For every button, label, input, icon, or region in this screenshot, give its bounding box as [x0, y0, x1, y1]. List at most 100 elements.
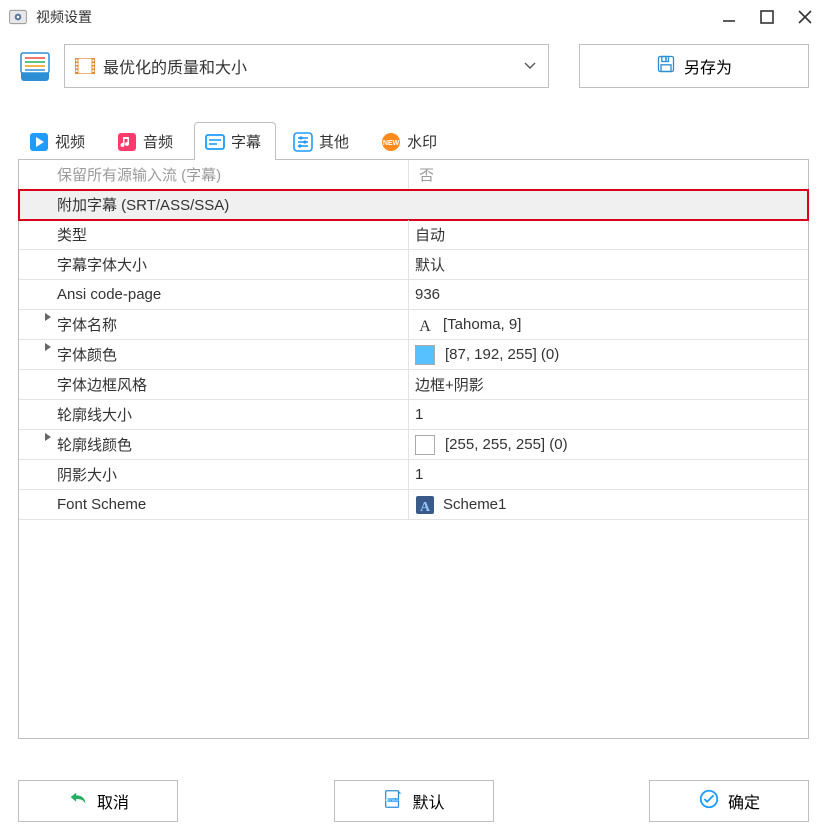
cancel-label: 取消: [97, 789, 129, 813]
svg-text:DEFAULT: DEFAULT: [386, 798, 402, 802]
row-value-text: [Tahoma, 9]: [443, 316, 521, 333]
row-label: 附加字幕 (SRT/ASS/SSA): [19, 190, 409, 219]
table-row[interactable]: 轮廓线颜色 [255, 255, 255] (0): [19, 430, 808, 460]
new-badge-icon: NEW: [381, 132, 401, 152]
svg-text:A: A: [420, 500, 431, 515]
color-swatch: [415, 435, 435, 455]
expand-icon[interactable]: [41, 340, 55, 354]
minimize-button[interactable]: [715, 5, 743, 29]
profile-label: 最优化的质量和大小: [103, 54, 522, 78]
row-value-text: 边框+阴影: [415, 374, 484, 395]
archive-icon: [18, 49, 52, 83]
table-row[interactable]: 字幕字体大小默认: [19, 250, 808, 280]
font-a-icon: A: [415, 315, 435, 335]
row-value[interactable]: 默认: [409, 250, 808, 279]
close-button[interactable]: [791, 5, 819, 29]
play-icon: [29, 132, 49, 152]
tab-video[interactable]: 视频: [18, 122, 100, 160]
table-header: 保留所有源输入流 (字幕) 否: [19, 160, 808, 190]
row-label: Font Scheme: [19, 490, 409, 519]
row-value[interactable]: 边框+阴影: [409, 370, 808, 399]
table-row[interactable]: Font Scheme A Scheme1: [19, 490, 808, 520]
sliders-icon: [293, 132, 313, 152]
row-value-text: 1: [415, 406, 423, 423]
ok-button[interactable]: 确定: [649, 780, 809, 822]
film-icon: [75, 58, 95, 74]
tab-audio[interactable]: 音频: [106, 122, 188, 160]
row-value-text: 自动: [415, 224, 445, 245]
tab-other-label: 其他: [319, 131, 349, 152]
expand-icon[interactable]: [41, 310, 55, 324]
scheme-a-icon: A: [415, 495, 435, 515]
cancel-button[interactable]: 取消: [18, 780, 178, 822]
row-label: 轮廓线颜色: [19, 430, 409, 459]
table-row[interactable]: 字体名称 A [Tahoma, 9]: [19, 310, 808, 340]
expand-icon[interactable]: [41, 430, 55, 444]
row-value[interactable]: 自动: [409, 220, 808, 249]
window-controls: [715, 5, 819, 29]
bottombar: 取消 DEFAULT 默认 确定: [0, 772, 827, 834]
save-as-label: 另存为: [684, 54, 732, 78]
row-value[interactable]: 936: [409, 280, 808, 309]
color-swatch: [415, 345, 435, 365]
row-value[interactable]: 1: [409, 400, 808, 429]
row-value-text: 默认: [415, 254, 445, 275]
default-label: 默认: [412, 789, 444, 813]
row-label: 字体名称: [19, 310, 409, 339]
row-value-text: Scheme1: [443, 496, 506, 513]
profile-select[interactable]: 最优化的质量和大小: [64, 44, 549, 88]
row-value[interactable]: [87, 192, 255] (0): [409, 340, 808, 369]
tabstrip: 视频 音频 字幕 其他 NEW 水印: [0, 122, 827, 160]
table-row[interactable]: 附加字幕 (SRT/ASS/SSA): [19, 190, 808, 220]
subtitle-icon: [205, 132, 225, 152]
svg-text:A: A: [419, 318, 431, 335]
row-label: 类型: [19, 220, 409, 249]
chevron-down-icon: [522, 57, 538, 76]
default-icon: DEFAULT: [382, 788, 404, 815]
check-icon: [698, 788, 720, 815]
row-value[interactable]: A [Tahoma, 9]: [409, 310, 808, 339]
svg-text:NEW: NEW: [383, 140, 400, 147]
row-value[interactable]: [409, 190, 808, 219]
tab-watermark[interactable]: NEW 水印: [370, 122, 452, 160]
titlebar: 视频设置: [0, 0, 827, 34]
table-row[interactable]: 类型自动: [19, 220, 808, 250]
tab-other[interactable]: 其他: [282, 122, 364, 160]
table-row[interactable]: 轮廓线大小 1: [19, 400, 808, 430]
window-title: 视频设置: [36, 7, 92, 27]
settings-table: 保留所有源输入流 (字幕) 否 附加字幕 (SRT/ASS/SSA)类型自动字幕…: [18, 159, 809, 739]
tab-subtitle-label: 字幕: [231, 131, 261, 152]
app-icon: [8, 7, 28, 27]
row-label: 字体边框风格: [19, 370, 409, 399]
row-value-text: [255, 255, 255] (0): [445, 436, 568, 453]
save-icon: [656, 54, 676, 79]
tab-watermark-label: 水印: [407, 131, 437, 152]
undo-icon: [67, 788, 89, 815]
table-row[interactable]: 字体颜色 [87, 192, 255] (0): [19, 340, 808, 370]
tab-audio-label: 音频: [143, 131, 173, 152]
row-value[interactable]: [255, 255, 255] (0): [409, 430, 808, 459]
row-value-text: 936: [415, 286, 440, 303]
header-value: 否: [409, 160, 808, 189]
table-row[interactable]: 字体边框风格边框+阴影: [19, 370, 808, 400]
row-label: 字体颜色: [19, 340, 409, 369]
table-row[interactable]: 阴影大小 1: [19, 460, 808, 490]
default-button[interactable]: DEFAULT 默认: [334, 780, 494, 822]
header-label: 保留所有源输入流 (字幕): [19, 160, 409, 189]
row-label: Ansi code-page: [19, 280, 409, 309]
row-value[interactable]: 1: [409, 460, 808, 489]
row-label: 轮廓线大小: [19, 400, 409, 429]
tab-subtitle[interactable]: 字幕: [194, 122, 276, 160]
tab-video-label: 视频: [55, 131, 85, 152]
row-value[interactable]: A Scheme1: [409, 490, 808, 519]
maximize-button[interactable]: [753, 5, 781, 29]
row-label: 阴影大小: [19, 460, 409, 489]
row-label: 字幕字体大小: [19, 250, 409, 279]
topbar: 最优化的质量和大小 另存为: [0, 34, 827, 102]
row-value-text: 1: [415, 466, 423, 483]
table-row[interactable]: Ansi code-page 936: [19, 280, 808, 310]
save-as-button[interactable]: 另存为: [579, 44, 809, 88]
music-icon: [117, 132, 137, 152]
row-value-text: [87, 192, 255] (0): [445, 346, 559, 363]
ok-label: 确定: [728, 789, 760, 813]
